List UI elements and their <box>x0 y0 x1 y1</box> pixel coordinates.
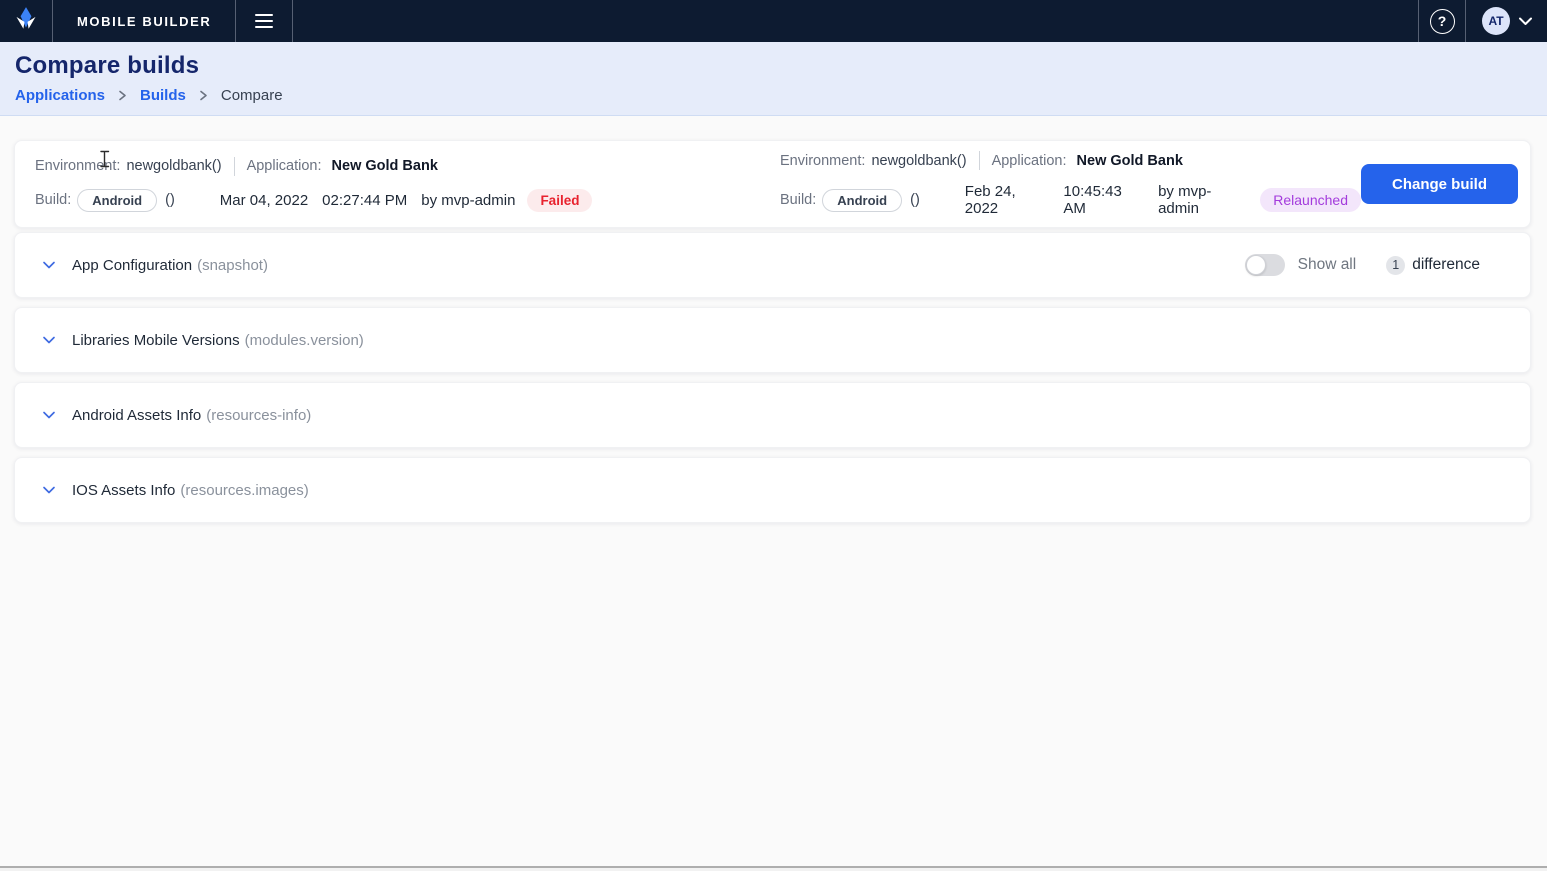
difference-label: difference <box>1412 256 1480 274</box>
application-value: New Gold Bank <box>332 158 438 174</box>
navbar-spacer <box>293 0 1418 42</box>
breadcrumb-builds[interactable]: Builds <box>140 87 186 104</box>
build-label: Build: <box>780 192 816 208</box>
logo-icon <box>13 6 39 37</box>
section-app-configuration[interactable]: App Configuration (snapshot) Show all 1 … <box>14 232 1531 298</box>
build-time: 02:27:44 PM <box>322 192 407 209</box>
status-badge-failed: Failed <box>527 189 592 212</box>
chevron-down-icon[interactable] <box>39 480 59 500</box>
show-all-label: Show all <box>1298 256 1357 274</box>
environment-value: newgoldbank() <box>871 153 966 169</box>
environment-label: Environment: <box>35 158 120 174</box>
hamburger-menu-icon[interactable] <box>236 0 292 42</box>
help-icon: ? <box>1430 9 1455 34</box>
build-author: by mvp-admin <box>1158 183 1248 217</box>
platform-badge: Android <box>77 189 157 212</box>
section-subtitle: (resources.images) <box>180 482 308 499</box>
breadcrumb-applications[interactable]: Applications <box>15 87 105 104</box>
build-date: Feb 24, 2022 <box>965 183 1050 217</box>
platform-badge: Android <box>822 189 902 212</box>
build-info-left: Environment: newgoldbank() Application: … <box>35 157 780 212</box>
status-badge-relaunched: Relaunched <box>1260 188 1361 212</box>
chevron-down-icon[interactable] <box>1518 16 1533 26</box>
page-title: Compare builds <box>15 52 1532 80</box>
build-env-row: Environment: newgoldbank() Application: … <box>35 157 780 176</box>
chevron-down-icon[interactable] <box>39 255 59 275</box>
brand-title: MOBILE BUILDER <box>53 0 235 42</box>
change-build-button[interactable]: Change build <box>1361 164 1518 204</box>
application-label: Application: <box>992 153 1067 169</box>
chevron-down-icon[interactable] <box>39 405 59 425</box>
breadcrumb: Applications Builds Compare <box>15 87 1532 104</box>
main-content: Environment: newgoldbank() Application: … <box>0 116 1547 523</box>
section-title: IOS Assets Info <box>72 482 175 499</box>
section-android-assets-info[interactable]: Android Assets Info (resources-info) <box>14 382 1531 448</box>
application-value: New Gold Bank <box>1077 153 1183 169</box>
build-info-right: Environment: newgoldbank() Application: … <box>780 151 1361 217</box>
section-ios-assets-info[interactable]: IOS Assets Info (resources.images) <box>14 457 1531 523</box>
build-version: () <box>165 192 175 208</box>
section-title: App Configuration <box>72 257 192 274</box>
top-navbar: MOBILE BUILDER ? AT <box>0 0 1547 42</box>
build-detail-row: Build: Android () Feb 24, 2022 10:45:43 … <box>780 183 1361 217</box>
difference-count-badge: 1 <box>1386 256 1405 275</box>
environment-value: newgoldbank() <box>126 158 221 174</box>
build-time: 10:45:43 AM <box>1063 183 1144 217</box>
toggle-knob[interactable] <box>1246 255 1266 275</box>
build-version: () <box>910 192 920 208</box>
user-menu[interactable]: AT <box>1466 0 1547 42</box>
build-date: Mar 04, 2022 <box>220 192 308 209</box>
window-bottom-edge <box>0 866 1547 871</box>
section-libraries-mobile-versions[interactable]: Libraries Mobile Versions (modules.versi… <box>14 307 1531 373</box>
breadcrumb-compare: Compare <box>221 87 283 104</box>
application-label: Application: <box>247 158 322 174</box>
help-button[interactable]: ? <box>1419 0 1465 42</box>
chevron-right-icon <box>117 90 128 101</box>
show-all-toggle[interactable] <box>1245 254 1285 276</box>
app-logo[interactable] <box>0 0 52 42</box>
environment-label: Environment: <box>780 153 865 169</box>
section-subtitle: (modules.version) <box>245 332 364 349</box>
build-label: Build: <box>35 192 71 208</box>
build-detail-row: Build: Android () Mar 04, 2022 02:27:44 … <box>35 189 780 212</box>
divider <box>234 157 235 176</box>
chevron-right-icon <box>198 90 209 101</box>
build-env-row: Environment: newgoldbank() Application: … <box>780 151 1361 170</box>
chevron-down-icon[interactable] <box>39 330 59 350</box>
section-title: Android Assets Info <box>72 407 201 424</box>
section-title: Libraries Mobile Versions <box>72 332 240 349</box>
difference-indicator: 1 difference <box>1386 256 1480 275</box>
page-header: Compare builds Applications Builds Compa… <box>0 42 1547 116</box>
section-subtitle: (snapshot) <box>197 257 268 274</box>
section-subtitle: (resources-info) <box>206 407 311 424</box>
build-author: by mvp-admin <box>421 192 515 209</box>
compare-summary-card: Environment: newgoldbank() Application: … <box>14 140 1531 228</box>
divider <box>979 151 980 170</box>
avatar[interactable]: AT <box>1482 7 1510 35</box>
